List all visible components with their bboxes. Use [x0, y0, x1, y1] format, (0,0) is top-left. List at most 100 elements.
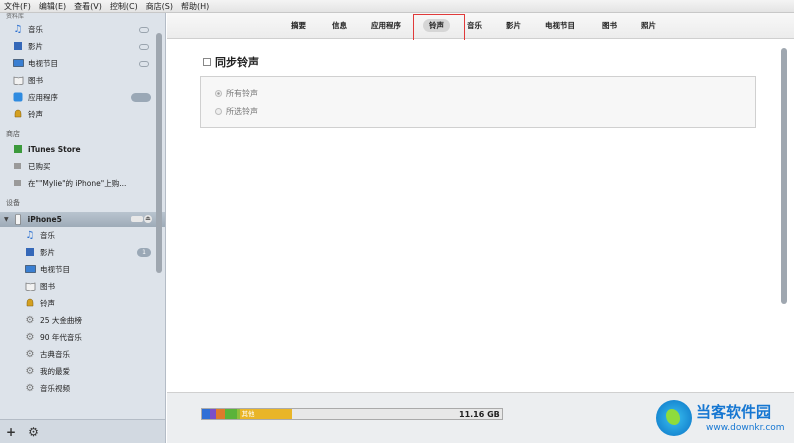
update-count-badge: [131, 93, 151, 102]
music-note-icon: ♫: [13, 23, 23, 35]
sidebar-store-header: 商店: [6, 130, 20, 138]
sidebar-item-label: 音乐: [40, 231, 55, 240]
menu-controls[interactable]: 控制(C): [106, 1, 142, 12]
cloud-icon: [139, 44, 149, 50]
book-icon: [24, 281, 36, 293]
smart-playlist-gear-icon: ⚙: [25, 382, 35, 394]
menu-store[interactable]: 商店(S): [142, 1, 177, 12]
smart-playlist-gear-icon: ⚙: [25, 365, 35, 377]
cloud-icon: [139, 27, 149, 33]
sidebar-item-label: 图书: [28, 76, 43, 85]
sidebar-item-tones[interactable]: 铃声: [0, 106, 165, 123]
tab-info[interactable]: 信息: [332, 20, 347, 31]
sidebar-item-purchased[interactable]: 已购买: [0, 158, 165, 175]
cloud-icon: [139, 61, 149, 67]
menu-file[interactable]: 文件(F): [0, 1, 35, 12]
sidebar-item-label: 影片: [40, 248, 55, 257]
sidebar-item-purchased-on-device[interactable]: 在""Mylie"的 iPhone"上购...: [0, 175, 165, 192]
smart-playlist-gear-icon: ⚙: [25, 314, 35, 326]
sidebar-item-label: 铃声: [40, 299, 55, 308]
tones-panel: 同步铃声 所有铃声 所选铃声: [167, 40, 794, 392]
option-all-tones[interactable]: 所有铃声: [215, 88, 258, 99]
watermark: 当客软件园 www.downkr.com: [654, 398, 794, 443]
add-playlist-button[interactable]: +: [6, 425, 16, 439]
main-scrollbar[interactable]: [779, 48, 789, 388]
watermark-title: 当客软件园: [696, 403, 772, 421]
sidebar-scroll-thumb[interactable]: [156, 33, 162, 273]
tab-photos[interactable]: 照片: [641, 20, 656, 31]
bell-icon: [12, 109, 24, 121]
option-label: 所选铃声: [226, 107, 258, 116]
app-store-icon: [12, 92, 24, 104]
sidebar-item-label: 90 年代音乐: [40, 333, 82, 342]
radio-selected-tones[interactable]: [215, 108, 222, 115]
menu-view[interactable]: 查看(V): [70, 1, 106, 12]
sidebar-item-label: 应用程序: [28, 93, 58, 102]
menu-edit[interactable]: 编辑(E): [35, 1, 70, 12]
sidebar-item-books[interactable]: 图书: [0, 72, 165, 89]
capacity-segment-photos: [215, 409, 225, 419]
sidebar-item-label: 我的最爱: [40, 367, 70, 376]
disclosure-triangle-icon[interactable]: ▼: [4, 216, 9, 223]
sidebar-item-label: 影片: [28, 42, 43, 51]
eject-icon[interactable]: ⏏: [144, 215, 152, 223]
itunes-store-icon: [12, 144, 24, 156]
battery-icon: [131, 216, 143, 222]
sidebar-device-music[interactable]: ♫ 音乐: [0, 227, 165, 244]
sidebar-item-music[interactable]: ♫ 音乐: [0, 21, 165, 38]
option-label: 所有铃声: [226, 89, 258, 98]
tab-tv-shows[interactable]: 电视节目: [545, 20, 575, 31]
free-space-label: 11.16 GB: [459, 410, 500, 419]
capacity-segment-other: 其他: [239, 409, 292, 419]
book-icon: [12, 75, 24, 87]
downkr-logo-icon: [656, 400, 692, 436]
sync-tones-checkbox[interactable]: [203, 58, 211, 66]
option-selected-tones[interactable]: 所选铃声: [215, 106, 258, 117]
tab-books[interactable]: 图书: [602, 20, 617, 31]
sidebar-item-label: 铃声: [28, 110, 43, 119]
sync-options-box: 所有铃声 所选铃声: [200, 76, 756, 128]
sidebar-item-tv[interactable]: 电视节目: [0, 55, 165, 72]
gear-icon[interactable]: ⚙: [28, 425, 39, 439]
sidebar-scrollbar[interactable]: [155, 33, 163, 423]
sidebar-playlist-classical[interactable]: ⚙ 古典音乐: [0, 346, 165, 363]
sidebar-playlist-top25[interactable]: ⚙ 25 大金曲榜: [0, 312, 165, 329]
sidebar-library-header: 资料库: [6, 13, 25, 20]
tv-icon: [24, 264, 36, 276]
sidebar-item-label: 音乐视频: [40, 384, 70, 393]
sidebar-item-label: 图书: [40, 282, 55, 291]
main-scroll-thumb[interactable]: [781, 48, 787, 304]
sidebar-device-iphone[interactable]: ▼ iPhone5 ⏏: [0, 212, 165, 227]
device-name: iPhone5: [27, 215, 62, 224]
count-badge: 1: [137, 248, 151, 257]
sidebar-item-itunes-store[interactable]: iTunes Store: [0, 141, 165, 158]
sidebar-device-books[interactable]: 图书: [0, 278, 165, 295]
film-icon: [24, 247, 36, 259]
menu-help[interactable]: 帮助(H): [177, 1, 213, 12]
sidebar-item-apps[interactable]: 应用程序: [0, 89, 165, 106]
sidebar-item-movies[interactable]: 影片: [0, 38, 165, 55]
sidebar-device-tv[interactable]: 电视节目: [0, 261, 165, 278]
iphone-icon: [12, 213, 24, 226]
sync-tones-row[interactable]: 同步铃声: [203, 54, 259, 70]
radio-all-tones[interactable]: [215, 90, 222, 97]
tab-summary[interactable]: 摘要: [291, 20, 306, 31]
tab-apps[interactable]: 应用程序: [371, 20, 401, 31]
tab-music[interactable]: 音乐: [467, 20, 482, 31]
smart-playlist-gear-icon: ⚙: [25, 331, 35, 343]
sidebar-item-label: 在""Mylie"的 iPhone"上购...: [28, 179, 127, 188]
sidebar-playlist-music-videos[interactable]: ⚙ 音乐视频: [0, 380, 165, 397]
sidebar-item-label: 25 大金曲榜: [40, 316, 82, 325]
sidebar-item-label: 音乐: [28, 25, 43, 34]
music-note-icon: ♫: [25, 229, 35, 241]
watermark-url: www.downkr.com: [706, 423, 785, 433]
sidebar-playlist-90s[interactable]: ⚙ 90 年代音乐: [0, 329, 165, 346]
sidebar-item-label: iTunes Store: [28, 145, 81, 154]
tab-movies[interactable]: 影片: [506, 20, 521, 31]
sidebar-device-movies[interactable]: 影片 1: [0, 244, 165, 261]
sidebar-toolbar: + ⚙: [0, 419, 165, 443]
sidebar-devices-header: 设备: [6, 199, 20, 207]
sidebar-playlist-favorites[interactable]: ⚙ 我的最爱: [0, 363, 165, 380]
sidebar-device-tones[interactable]: 铃声: [0, 295, 165, 312]
tv-icon: [12, 58, 24, 70]
